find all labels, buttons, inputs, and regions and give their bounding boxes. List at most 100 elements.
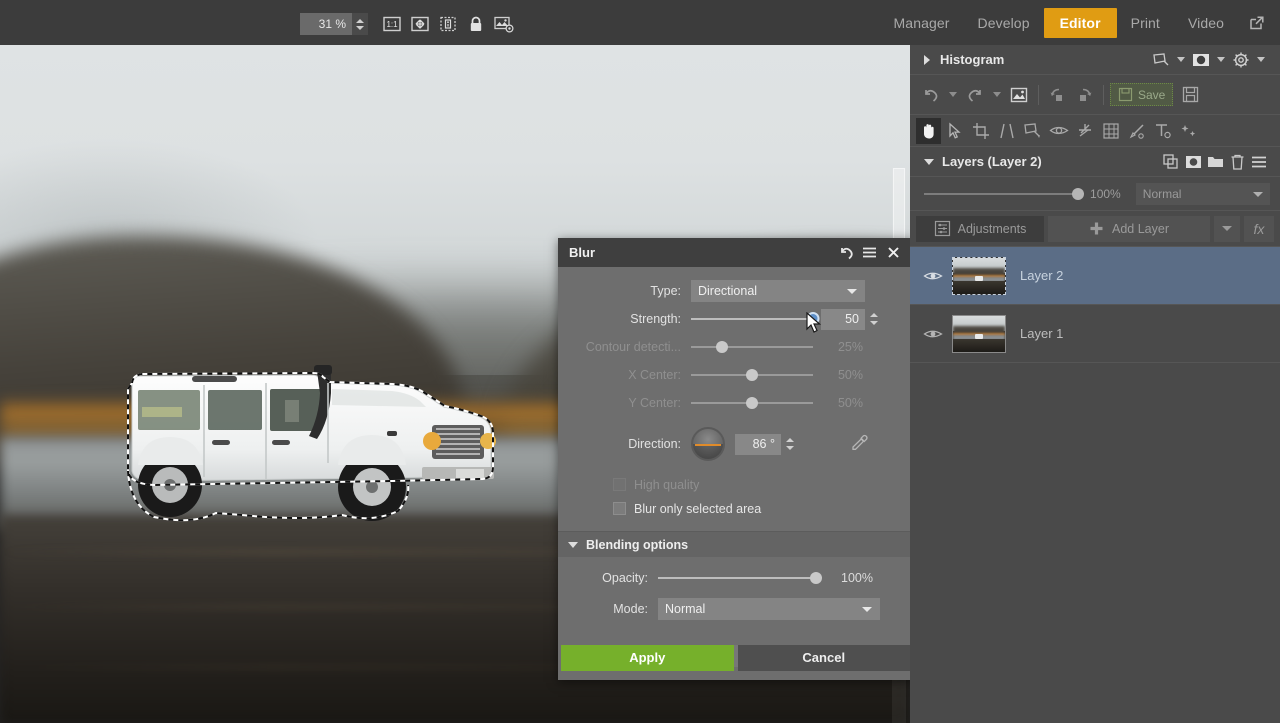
strength-decrease-icon[interactable]	[870, 321, 878, 325]
layers-header[interactable]: Layers (Layer 2)	[910, 147, 1280, 177]
add-layer-dropdown-button[interactable]	[1214, 216, 1240, 242]
zoom-1to1-icon[interactable]: 1:1	[379, 11, 405, 37]
layer-visibility-icon[interactable]	[920, 269, 946, 283]
strength-increase-icon[interactable]	[870, 313, 878, 317]
direction-input[interactable]: 86 °	[735, 434, 781, 455]
strength-input[interactable]: 50	[821, 309, 865, 330]
settings-gear-icon[interactable]	[1230, 49, 1252, 71]
open-external-icon[interactable]	[1248, 14, 1266, 32]
chevron-down-icon	[847, 289, 857, 294]
selection-arrow-tool-icon[interactable]	[942, 118, 967, 144]
lock-icon[interactable]	[463, 11, 489, 37]
direction-dial[interactable]	[691, 427, 725, 461]
text-tool-icon[interactable]	[1150, 118, 1175, 144]
contour-slider[interactable]	[691, 338, 813, 356]
crop-tool-icon[interactable]	[968, 118, 993, 144]
blur-selected-checkbox[interactable]	[613, 502, 626, 515]
opacity-label: Opacity:	[558, 571, 658, 585]
direction-decrease-icon[interactable]	[786, 446, 794, 450]
blending-options-header[interactable]: Blending options	[558, 531, 913, 557]
settings-dropdown-icon[interactable]	[1257, 57, 1265, 62]
layer-visibility-icon[interactable]	[920, 327, 946, 341]
apply-button[interactable]: Apply	[561, 645, 734, 671]
chevron-right-icon[interactable]	[924, 55, 930, 65]
eyedropper-icon[interactable]	[849, 433, 869, 456]
y-center-slider[interactable]	[691, 394, 813, 412]
zoom-decrease-icon[interactable]	[356, 26, 364, 30]
fx-button[interactable]: fx	[1244, 216, 1274, 242]
cancel-button[interactable]: Cancel	[738, 645, 911, 671]
mode-select[interactable]: Normal	[658, 598, 880, 620]
layer-opacity-slider[interactable]	[924, 186, 1078, 202]
menu-icon[interactable]	[857, 241, 881, 265]
strength-stepper[interactable]	[869, 309, 879, 330]
opacity-knob[interactable]	[810, 572, 822, 584]
redo-dropdown-icon[interactable]	[993, 92, 1001, 97]
reset-icon[interactable]	[833, 241, 857, 265]
layers-menu-icon[interactable]	[1248, 151, 1270, 173]
x-center-knob[interactable]	[746, 369, 758, 381]
duplicate-layer-icon[interactable]	[1160, 151, 1182, 173]
contour-knob[interactable]	[716, 341, 728, 353]
strength-slider[interactable]	[691, 310, 813, 328]
save-button[interactable]: Save	[1110, 83, 1173, 106]
grid-warp-tool-icon[interactable]	[1098, 118, 1123, 144]
svg-text:1:1: 1:1	[386, 20, 398, 29]
hand-tool-icon[interactable]	[916, 118, 941, 144]
menu-item-video[interactable]: Video	[1174, 9, 1238, 37]
rotate-left-icon[interactable]	[1045, 82, 1071, 108]
layer-row[interactable]: Layer 2	[910, 247, 1280, 305]
effects-tool-icon[interactable]	[1176, 118, 1201, 144]
opacity-slider[interactable]	[658, 569, 816, 587]
menu-item-manager[interactable]: Manager	[880, 9, 964, 37]
y-center-knob[interactable]	[746, 397, 758, 409]
zoom-stepper[interactable]	[352, 13, 368, 35]
layer-opacity-knob[interactable]	[1072, 188, 1084, 200]
clone-stamp-tool-icon[interactable]	[1072, 118, 1097, 144]
mask-icon[interactable]	[1190, 49, 1212, 71]
zoom-increase-icon[interactable]	[356, 19, 364, 23]
direction-stepper[interactable]	[785, 434, 795, 455]
high-quality-row[interactable]: High quality	[558, 475, 913, 494]
direction-increase-icon[interactable]	[786, 438, 794, 442]
histogram-header[interactable]: Histogram	[910, 45, 1280, 75]
fit-to-window-icon[interactable]	[407, 11, 433, 37]
strength-row: Strength: 50	[558, 305, 913, 333]
menu-item-editor[interactable]: Editor	[1044, 8, 1117, 38]
layer-row[interactable]: Layer 1	[910, 305, 1280, 363]
lasso-tool-icon[interactable]	[1020, 118, 1045, 144]
delete-layer-icon[interactable]	[1226, 151, 1248, 173]
group-layer-icon[interactable]	[1204, 151, 1226, 173]
rotate-right-icon[interactable]	[1071, 82, 1097, 108]
type-select[interactable]: Directional	[691, 280, 865, 302]
retouch-brush-tool-icon[interactable]	[1124, 118, 1149, 144]
selection-dropdown-icon[interactable]	[1177, 57, 1185, 62]
adjustments-button[interactable]: Adjustments	[916, 216, 1044, 242]
open-image-icon[interactable]	[1006, 82, 1032, 108]
add-layer-button[interactable]: Add Layer	[1048, 216, 1210, 242]
chevron-down-icon	[1253, 192, 1263, 197]
type-label: Type:	[558, 284, 691, 298]
compare-split-icon[interactable]	[435, 11, 461, 37]
menu-item-develop[interactable]: Develop	[964, 9, 1044, 37]
straighten-tool-icon[interactable]	[994, 118, 1019, 144]
dialog-title: Blur	[569, 245, 833, 260]
layer-blend-mode-select[interactable]: Normal	[1136, 183, 1270, 205]
save-as-icon[interactable]	[1177, 82, 1203, 108]
redo-icon[interactable]	[962, 82, 988, 108]
zoom-input[interactable]: 31 %	[300, 13, 352, 35]
red-eye-tool-icon[interactable]	[1046, 118, 1071, 144]
blur-selected-row[interactable]: Blur only selected area	[558, 499, 913, 518]
menu-item-print[interactable]: Print	[1117, 9, 1174, 37]
mask-layer-icon[interactable]	[1182, 151, 1204, 173]
high-quality-checkbox[interactable]	[613, 478, 626, 491]
x-center-slider[interactable]	[691, 366, 813, 384]
close-icon[interactable]	[881, 241, 905, 265]
mask-dropdown-icon[interactable]	[1217, 57, 1225, 62]
layer-thumbnail	[952, 315, 1006, 353]
chevron-down-icon[interactable]	[924, 159, 934, 165]
image-settings-icon[interactable]	[491, 11, 517, 37]
selection-icon[interactable]	[1150, 49, 1172, 71]
undo-icon[interactable]	[918, 82, 944, 108]
undo-dropdown-icon[interactable]	[949, 92, 957, 97]
